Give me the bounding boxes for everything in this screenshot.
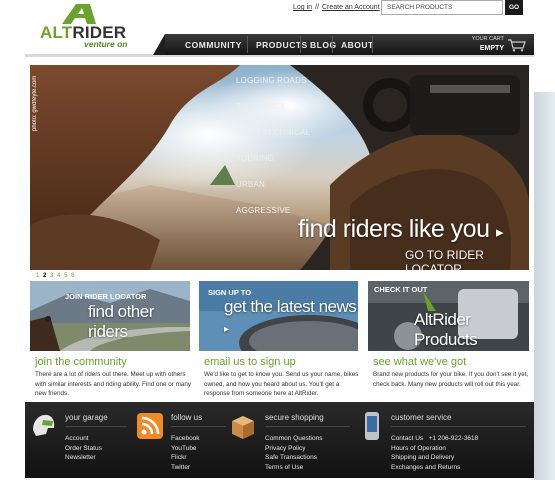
terrain-label: URBAN (236, 180, 266, 189)
footer-link-privacy[interactable]: Privacy Policy (265, 444, 322, 454)
footer-link-safe-transactions[interactable]: Safe Transactions (265, 453, 322, 463)
rider-locator-link[interactable]: GO TO RIDER LOCATOR (405, 248, 529, 270)
footer-link-hours[interactable]: Hours of Operation (391, 444, 478, 454)
cart-summary[interactable]: YOUR CART EMPTY (470, 36, 504, 52)
link-separator: // (315, 4, 319, 11)
terrain-label: TIGHT TECHNICAL (236, 128, 311, 137)
nav-divider (332, 36, 333, 53)
products-card[interactable]: CHECK IT OUT AltRider Products (368, 281, 529, 351)
card-pre-label: CHECK IT OUT (374, 285, 428, 294)
page-side-strip (534, 92, 555, 480)
footer-link-facebook[interactable]: Facebook (171, 434, 200, 444)
newsletter-card[interactable]: SIGN UP TO get the latest news ▸ (199, 281, 358, 351)
footer-link-newsletter[interactable]: Newsletter (65, 453, 102, 463)
nav-divider (372, 36, 373, 53)
footer-heading-follow: follow us (171, 413, 203, 422)
footer-link-exchanges[interactable]: Exchanges and Returns (391, 463, 478, 473)
search-go-button[interactable]: GO (505, 0, 523, 15)
helmet-icon (33, 414, 55, 436)
footer-divider (265, 426, 350, 427)
footer-link-youtube[interactable]: YouTube (171, 444, 200, 454)
pager-dot[interactable]: 3 (50, 273, 54, 279)
footer-heading-service: customer service (391, 413, 452, 422)
footer-heading-shopping: secure shopping (265, 413, 324, 422)
community-text: There are a lot of riders out there. Mee… (35, 371, 191, 397)
altrider-logo[interactable]: ALTRIDER venture on (38, 0, 138, 50)
site-footer: your garage Account Order Status Newslet… (25, 402, 534, 478)
pager-dot[interactable]: 5 (64, 273, 68, 279)
community-heading[interactable]: join the community (35, 356, 127, 368)
pager-dot-current[interactable]: 2 (43, 273, 47, 279)
logo-tagline: venture on (84, 39, 128, 49)
footer-link-shipping[interactable]: Shipping and Delivery (391, 453, 478, 463)
footer-divider (391, 426, 526, 427)
footer-link-common-questions[interactable]: Common Questions (265, 434, 322, 444)
terrain-label: LOGGING ROADS (236, 76, 307, 85)
card-pre-label: JOIN RIDER LOCATOR (65, 292, 147, 301)
terrain-label: TOURING (236, 154, 275, 163)
nav-corner-shape (153, 34, 165, 55)
rss-icon[interactable] (137, 413, 163, 439)
cart-label: YOUR CART (471, 36, 504, 42)
footer-links-service: Contact Us +1 206-922-3618 Hours of Oper… (391, 434, 478, 472)
hero-title[interactable]: find riders like you ▸ (298, 215, 503, 244)
rider-locator-card[interactable]: JOIN RIDER LOCATOR find other riders (30, 281, 190, 351)
footer-links-follow: Facebook YouTube Flickr Twitter (171, 434, 200, 472)
pager-dot[interactable]: 1 (36, 273, 40, 279)
logo-a-mark-icon (62, 4, 96, 24)
pager-dot[interactable]: 4 (57, 273, 61, 279)
pager-dot[interactable]: 6 (71, 273, 75, 279)
search-input[interactable]: SEARCH PRODUCTS (381, 0, 503, 15)
hero-banner[interactable]: photo: gwdfeyte.com LOGGING ROADS TWO TR… (30, 65, 529, 270)
footer-link-order-status[interactable]: Order Status (65, 444, 102, 454)
cart-icon[interactable] (507, 38, 527, 52)
login-link[interactable]: Log in (293, 4, 312, 11)
phone-icon (365, 412, 379, 440)
footer-divider (171, 426, 226, 427)
package-icon (232, 416, 254, 439)
signup-text: We'd like to get to know you. Send us yo… (204, 371, 359, 397)
nav-item-about[interactable]: ABOUT (341, 40, 374, 50)
products-text: Brand new products for your bike. If you… (373, 371, 529, 388)
footer-links-shopping: Common Questions Privacy Policy Safe Tra… (265, 434, 322, 472)
cart-status: EMPTY (479, 45, 504, 52)
footer-links-garage: Account Order Status Newsletter (65, 434, 102, 463)
signup-heading[interactable]: email us to sign up (204, 356, 296, 368)
nav-item-community[interactable]: COMMUNITY (185, 40, 242, 50)
phone-number: +1 206-922-3618 (428, 435, 479, 442)
play-arrow-icon: ▸ (224, 324, 229, 335)
terrain-label: TWO TRACK (236, 102, 286, 111)
terrain-label: AGGRESSIVE (236, 206, 291, 215)
card-title: get the latest news ▸ (224, 297, 357, 335)
footer-divider (65, 426, 127, 427)
card-pre-label: SIGN UP TO (208, 288, 252, 297)
card-title: find other riders (88, 302, 154, 341)
slide-pager: 1 2 3 4 5 6 (36, 273, 75, 279)
footer-link-terms[interactable]: Terms of Use (265, 463, 322, 473)
create-account-link[interactable]: Create an Account (322, 4, 380, 11)
footer-link-twitter[interactable]: Twitter (171, 463, 200, 473)
nav-divider (247, 36, 248, 53)
card-title: AltRider Products (414, 310, 478, 349)
play-arrow-icon: ▸ (495, 224, 504, 241)
footer-link-flickr[interactable]: Flickr (171, 453, 200, 463)
footer-link-account[interactable]: Account (65, 434, 102, 444)
footer-heading-garage: your garage (65, 413, 108, 422)
products-heading[interactable]: see what we've got (373, 356, 466, 368)
account-links: Log in//Create an Account (293, 4, 380, 11)
nav-divider (300, 36, 301, 53)
footer-link-contact[interactable]: Contact Us (391, 435, 423, 442)
photo-credit: photo: gwdfeyte.com (32, 75, 38, 131)
